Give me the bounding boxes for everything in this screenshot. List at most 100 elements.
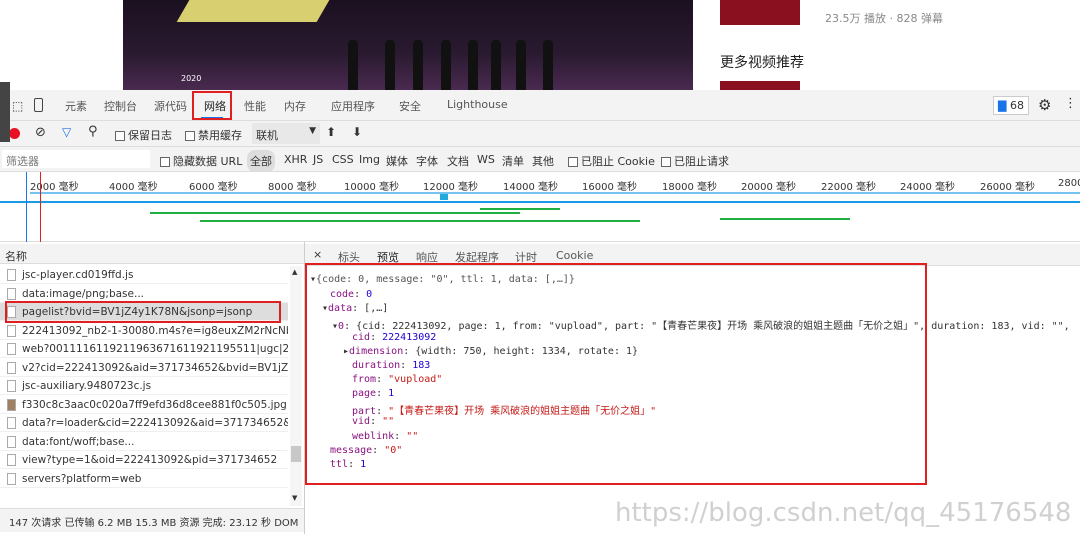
type-filter-js[interactable]: JS xyxy=(313,153,323,166)
tab-sources[interactable]: 源代码 xyxy=(154,98,187,114)
dom-loaded-line xyxy=(26,172,27,242)
request-row[interactable]: servers?platform=web xyxy=(0,470,288,488)
json-message: message: "0" xyxy=(330,445,403,456)
request-row[interactable]: web?0011116119211963671611921195511|ugc|… xyxy=(0,340,288,358)
json-key: message xyxy=(330,445,373,456)
tab-security[interactable]: 安全 xyxy=(399,98,421,114)
blocked-requests-checkbox[interactable]: 已阻止请求 xyxy=(661,153,729,169)
json-key: code xyxy=(330,289,355,300)
clear-icon[interactable]: ⊘ xyxy=(35,125,46,140)
request-row[interactable]: 222413092_nb2-1-30080.m4s?e=ig8euxZM2rNc… xyxy=(0,322,288,340)
hide-data-urls-label: 隐藏数据 URL xyxy=(173,155,243,168)
network-toolbar: ⊘ ▽ ⚲ 保留日志 禁用缓存 联机 ▼ ⬆ ⬇ xyxy=(0,121,1080,147)
file-icon xyxy=(7,269,16,281)
tab-lighthouse[interactable]: Lighthouse xyxy=(447,98,508,111)
request-name: servers?platform=web xyxy=(22,472,142,485)
preserve-log-checkbox[interactable]: 保留日志 xyxy=(115,127,172,143)
type-filter-css[interactable]: CSS xyxy=(332,153,354,166)
search-icon[interactable]: ⚲ xyxy=(88,124,98,139)
request-row[interactable]: view?type=1&oid=222413092&pid=371734652 xyxy=(0,451,288,469)
type-filter-other[interactable]: 其他 xyxy=(532,153,554,169)
recommend-thumbnail[interactable] xyxy=(720,81,800,90)
timeline-label: 22000 毫秒 xyxy=(821,182,876,193)
filter-icon[interactable]: ▽ xyxy=(62,125,71,139)
json-value: 1 xyxy=(388,388,395,399)
video-player[interactable]: 2020 xyxy=(123,0,693,90)
type-filter-font[interactable]: 字体 xyxy=(416,153,438,169)
json-key: page xyxy=(352,388,377,399)
request-row[interactable]: jsc-player.cd019ffd.js xyxy=(0,266,288,284)
tab-memory[interactable]: 内存 xyxy=(284,98,306,114)
tab-application[interactable]: 应用程序 xyxy=(331,98,375,114)
json-root[interactable]: ▾{code: 0, message: "0", ttl: 1, data: [… xyxy=(310,274,575,285)
type-filter-xhr[interactable]: XHR xyxy=(284,153,307,166)
name-column-header[interactable]: 名称 xyxy=(0,244,304,264)
scrollbar-thumb[interactable] xyxy=(291,446,301,462)
recommend-thumbnail[interactable] xyxy=(720,0,800,25)
waterfall-bar xyxy=(150,212,520,214)
type-filter-img[interactable]: Img xyxy=(359,153,380,166)
json-key: data xyxy=(328,303,353,314)
request-row[interactable]: data?r=loader&cid=222413092&aid=37173465… xyxy=(0,414,288,432)
type-filter-all[interactable]: 全部 xyxy=(247,150,275,172)
scroll-down-icon[interactable]: ▼ xyxy=(292,494,297,502)
json-item-0[interactable]: ▾0: {cid: 222413092, page: 1, from: "vup… xyxy=(332,317,1070,332)
issues-button[interactable]: ▇ 68 xyxy=(993,96,1029,115)
json-value: 183 xyxy=(412,360,431,371)
request-name: data:image/png;base... xyxy=(22,287,144,300)
timeline-label: 26000 毫秒 xyxy=(980,182,1035,193)
timeline-label: 24000 毫秒 xyxy=(900,182,955,193)
file-icon xyxy=(7,454,16,466)
json-cid: cid: 222413092 xyxy=(352,332,437,343)
tab-cookies[interactable]: Cookie xyxy=(556,249,593,262)
json-weblink: weblink: "" xyxy=(352,431,419,442)
request-row[interactable]: v2?cid=222413092&aid=371734652&bvid=BV1j… xyxy=(0,359,288,377)
scrollbar[interactable]: ▲ ▼ xyxy=(290,266,302,506)
json-value: "" xyxy=(382,416,395,427)
tab-performance[interactable]: 性能 xyxy=(244,98,266,114)
side-handle[interactable] xyxy=(0,82,10,142)
inspect-icon[interactable]: ⬚ xyxy=(12,99,23,113)
request-row[interactable]: jsc-auxiliary.9480723c.js xyxy=(0,377,288,395)
request-name: web?0011116119211963671611921195511|ugc|… xyxy=(22,343,288,355)
highlight-box xyxy=(192,91,232,120)
gear-icon[interactable]: ⚙ xyxy=(1038,96,1051,114)
json-key: cid xyxy=(352,332,371,343)
request-name: jsc-auxiliary.9480723c.js xyxy=(22,380,152,392)
json-ttl: ttl: 1 xyxy=(330,459,367,470)
video-watermark: 2020 xyxy=(181,74,202,83)
json-data[interactable]: ▾data: [,…] xyxy=(322,303,388,314)
json-preview: ▾{code: 0, message: "0", ttl: 1, data: [… xyxy=(310,274,1080,484)
close-icon[interactable]: × xyxy=(313,248,322,261)
hide-data-urls-checkbox[interactable]: 隐藏数据 URL xyxy=(160,153,242,169)
waterfall-bar xyxy=(30,192,1080,194)
record-icon[interactable] xyxy=(9,128,20,139)
throttle-select[interactable]: 联机 ▼ xyxy=(252,123,320,144)
waterfall-bar xyxy=(440,194,448,200)
blocked-cookies-checkbox[interactable]: 已阻止 Cookie xyxy=(568,153,655,169)
customize-icon[interactable]: ⋮ xyxy=(1064,96,1077,111)
type-filter-manifest[interactable]: 清单 xyxy=(502,153,524,169)
tab-console[interactable]: 控制台 xyxy=(104,98,137,114)
disable-cache-checkbox[interactable]: 禁用缓存 xyxy=(185,127,242,143)
request-name: data:font/woff;base... xyxy=(22,435,135,448)
tab-elements[interactable]: 元素 xyxy=(65,98,87,114)
scroll-up-icon[interactable]: ▲ xyxy=(292,268,297,276)
request-name: view?type=1&oid=222413092&pid=371734652 xyxy=(22,454,278,466)
request-row[interactable]: f330c8c3aac0c020a7ff9efd36d8cee881f0c505… xyxy=(0,396,288,414)
type-filter-media[interactable]: 媒体 xyxy=(386,153,408,169)
type-filter-ws[interactable]: WS xyxy=(477,153,495,166)
request-row[interactable]: data:font/woff;base... xyxy=(0,433,288,451)
filter-input[interactable]: 筛选器 xyxy=(2,150,150,168)
json-key: ttl xyxy=(330,459,349,470)
request-row[interactable]: data:image/png;base... xyxy=(0,285,288,303)
type-filter-doc[interactable]: 文档 xyxy=(447,153,469,169)
json-key: vid xyxy=(352,416,371,427)
stage-light xyxy=(176,0,330,22)
device-toggle-icon[interactable] xyxy=(34,98,43,112)
request-name: jsc-player.cd019ffd.js xyxy=(22,269,134,281)
json-dimension[interactable]: ▸dimension: {width: 750, height: 1334, r… xyxy=(343,346,638,357)
export-icon[interactable]: ⬇ xyxy=(352,125,362,139)
network-overview-timeline[interactable]: 2000 毫秒 4000 毫秒 6000 毫秒 8000 毫秒 10000 毫秒… xyxy=(0,172,1080,242)
import-icon[interactable]: ⬆ xyxy=(326,125,336,139)
